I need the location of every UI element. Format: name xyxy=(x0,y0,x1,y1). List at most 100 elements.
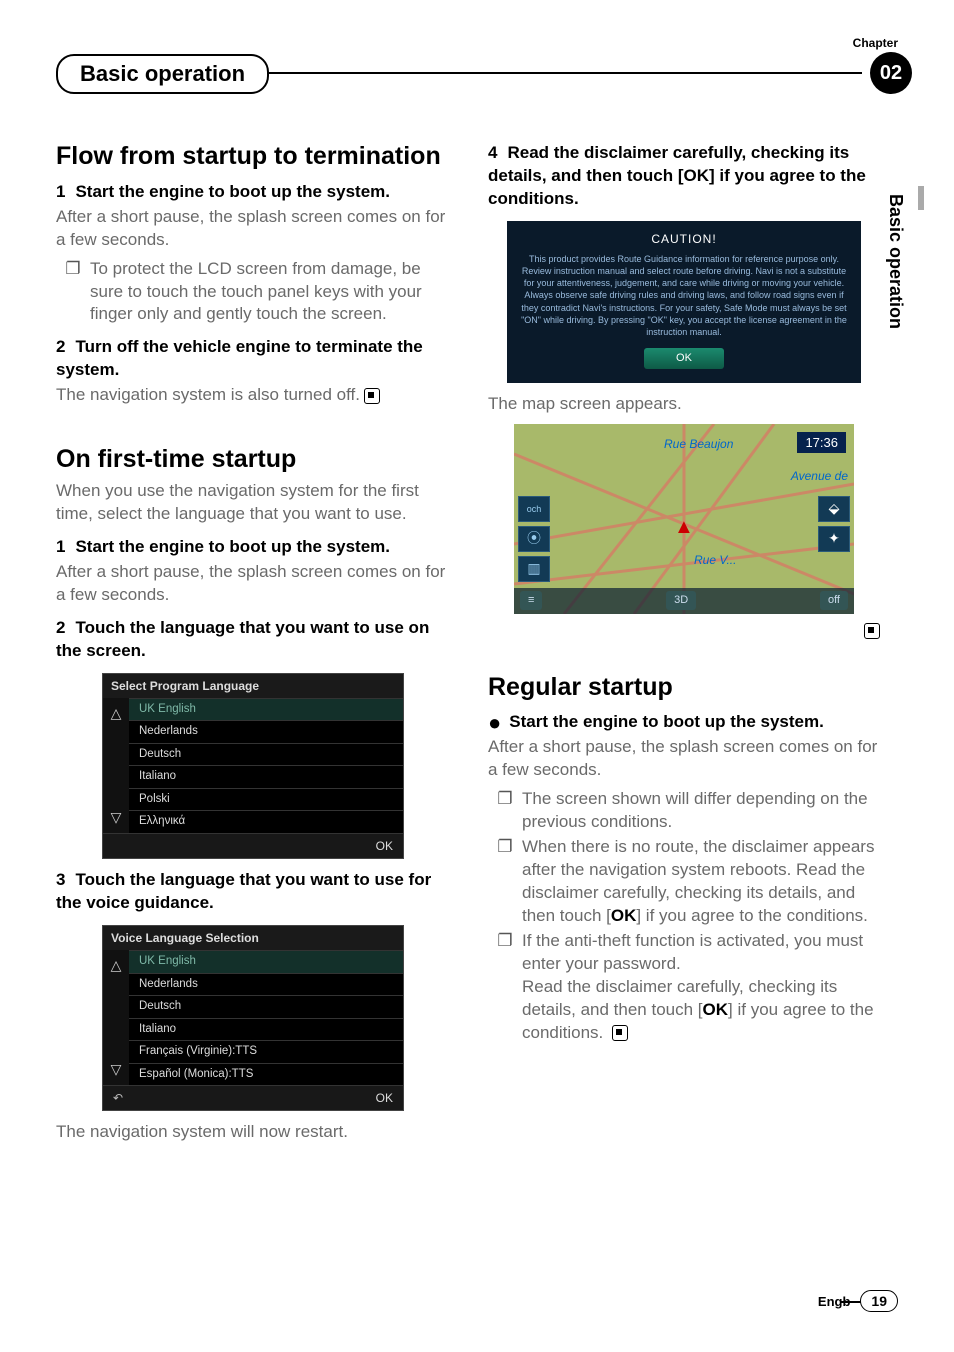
step-text: Touch the language that you want to use … xyxy=(56,618,429,660)
voice-item[interactable]: Español (Monica):TTS xyxy=(129,1063,403,1086)
bullet-dot-icon: ● xyxy=(488,710,501,735)
flow-body-2: The navigation system is also turned off… xyxy=(56,384,448,407)
map-screenshot: Rue Beaujon Avenue de Rue V... 17:36 ▲ o… xyxy=(514,424,854,614)
language-item[interactable]: Deutsch xyxy=(129,743,403,766)
heading-flow: Flow from startup to termination xyxy=(56,142,448,171)
voice-item[interactable]: Français (Virginie):TTS xyxy=(129,1040,403,1063)
flow-step-1: 1Start the engine to boot up the system. xyxy=(56,181,448,204)
caution-ok-button[interactable]: OK xyxy=(644,348,724,369)
scroll-down-icon[interactable]: ▽ xyxy=(111,808,122,827)
back-icon[interactable]: ↶ xyxy=(113,1090,123,1106)
end-mark-icon xyxy=(612,1025,628,1041)
scroll-down-icon[interactable]: ▽ xyxy=(111,1060,122,1079)
caution-body: This product provides Route Guidance inf… xyxy=(519,253,849,338)
voice-language-screenshot: Voice Language Selection △ ▽ UK English … xyxy=(102,925,404,1111)
language-item[interactable]: Italiano xyxy=(129,765,403,788)
chapter-label: Chapter xyxy=(853,36,898,50)
side-tab-marker xyxy=(918,186,924,210)
map-appears-text: The map screen appears. xyxy=(488,393,880,416)
bullet-text: The screen shown will differ depending o… xyxy=(522,788,880,834)
step-number: 3 xyxy=(56,870,65,889)
step-number: 1 xyxy=(56,537,65,556)
scroll-up-icon[interactable]: △ xyxy=(111,956,122,975)
language-item[interactable]: Ελληνικά xyxy=(129,810,403,833)
flow-bullet-1: ❐ To protect the LCD screen from damage,… xyxy=(56,258,448,327)
first-step-3: 3Touch the language that you want to use… xyxy=(56,869,448,915)
map-right-panel: ⬙ ✦ xyxy=(818,496,850,552)
first-step-4: 4Read the disclaimer carefully, checking… xyxy=(488,142,880,211)
step-text: Touch the language that you want to use … xyxy=(56,870,431,912)
chapter-number-badge: 02 xyxy=(870,52,912,94)
map-street-label: Avenue de xyxy=(791,468,848,484)
language-item[interactable]: UK English xyxy=(129,698,403,721)
regular-body: After a short pause, the splash screen c… xyxy=(488,736,880,782)
footer-page-number: 19 xyxy=(860,1290,898,1312)
bullet-icon: ❐ xyxy=(488,836,522,928)
section-header-text: Basic operation xyxy=(80,61,245,87)
caution-screenshot: CAUTION! This product provides Route Gui… xyxy=(507,221,861,383)
flow-step-2: 2Turn off the vehicle engine to terminat… xyxy=(56,336,448,382)
bullet-text: If the anti-theft function is activated,… xyxy=(522,930,880,1045)
voice-item[interactable]: Deutsch xyxy=(129,995,403,1018)
voice-item[interactable]: UK English xyxy=(129,950,403,973)
regular-bullet-2: ❐ When there is no route, the disclaimer… xyxy=(488,836,880,928)
ok-button[interactable]: OK xyxy=(376,838,393,854)
first-step-1: 1Start the engine to boot up the system. xyxy=(56,536,448,559)
flow-body-1: After a short pause, the splash screen c… xyxy=(56,206,448,252)
step-text: Read the disclaimer carefully, checking … xyxy=(488,143,866,208)
heading-regular-startup: Regular startup xyxy=(488,673,880,702)
page-footer: Engb 19 xyxy=(818,1290,898,1312)
step-text: Turn off the vehicle engine to terminate… xyxy=(56,337,423,379)
language-item[interactable]: Polski xyxy=(129,788,403,811)
step-number: 1 xyxy=(56,182,65,201)
scroll-arrows: △ ▽ xyxy=(103,698,129,833)
scroll-up-icon[interactable]: △ xyxy=(111,704,122,723)
section-header-pill: Basic operation xyxy=(56,54,269,94)
right-column: 4Read the disclaimer carefully, checking… xyxy=(488,130,880,1150)
voice-language-title: Voice Language Selection xyxy=(103,926,403,950)
voice-list: UK English Nederlands Deutsch Italiano F… xyxy=(129,950,403,1085)
program-language-screenshot: Select Program Language △ ▽ UK English N… xyxy=(102,673,404,859)
map-street-label: Rue V... xyxy=(694,552,736,568)
first-time-intro: When you use the navigation system for t… xyxy=(56,480,448,526)
bullet-text: To protect the LCD screen from damage, b… xyxy=(90,258,448,327)
map-north-button[interactable]: ⬙ xyxy=(818,496,850,522)
map-info-button[interactable]: och xyxy=(518,496,550,522)
regular-bullet-3: ❐ If the anti-theft function is activate… xyxy=(488,930,880,1045)
map-menu-button[interactable]: ≡ xyxy=(520,591,542,610)
regular-step: ● Start the engine to boot up the system. xyxy=(488,711,880,734)
first-body-1: After a short pause, the splash screen c… xyxy=(56,561,448,607)
voice-item[interactable]: Italiano xyxy=(129,1018,403,1041)
heading-first-time: On first-time startup xyxy=(56,445,448,474)
bullet-text: When there is no route, the disclaimer a… xyxy=(522,836,880,928)
map-off-button[interactable]: off xyxy=(820,591,848,610)
side-section-label: Basic operation xyxy=(885,194,906,329)
step-text: Start the engine to boot up the system. xyxy=(509,712,824,731)
scroll-arrows: △ ▽ xyxy=(103,950,129,1085)
map-3d-button[interactable]: 3D xyxy=(666,591,696,610)
step-number: 2 xyxy=(56,618,65,637)
end-mark-icon xyxy=(864,623,880,639)
first-step-2: 2Touch the language that you want to use… xyxy=(56,617,448,663)
map-bottom-bar: ≡ 3D off xyxy=(514,588,854,614)
step-number: 4 xyxy=(488,143,497,162)
end-mark-icon xyxy=(364,388,380,404)
map-cursor-icon: ▲ xyxy=(674,514,694,541)
language-item[interactable]: Nederlands xyxy=(129,720,403,743)
step-number: 2 xyxy=(56,337,65,356)
map-left-panel: och ⦿ ▥ xyxy=(518,496,550,582)
bullet-icon: ❐ xyxy=(488,930,522,1045)
program-language-title: Select Program Language xyxy=(103,674,403,698)
ok-button[interactable]: OK xyxy=(376,1090,393,1106)
map-street-label: Rue Beaujon xyxy=(664,436,733,452)
regular-bullet-1: ❐ The screen shown will differ depending… xyxy=(488,788,880,834)
voice-item[interactable]: Nederlands xyxy=(129,973,403,996)
caution-title: CAUTION! xyxy=(519,231,849,247)
map-gps-button[interactable]: ✦ xyxy=(818,526,850,552)
language-list: UK English Nederlands Deutsch Italiano P… xyxy=(129,698,403,833)
bullet-icon: ❐ xyxy=(488,788,522,834)
map-layers-button[interactable]: ▥ xyxy=(518,556,550,582)
map-clock: 17:36 xyxy=(797,432,846,454)
left-column: Flow from startup to termination 1Start … xyxy=(56,130,448,1150)
map-zoom-button[interactable]: ⦿ xyxy=(518,526,550,552)
